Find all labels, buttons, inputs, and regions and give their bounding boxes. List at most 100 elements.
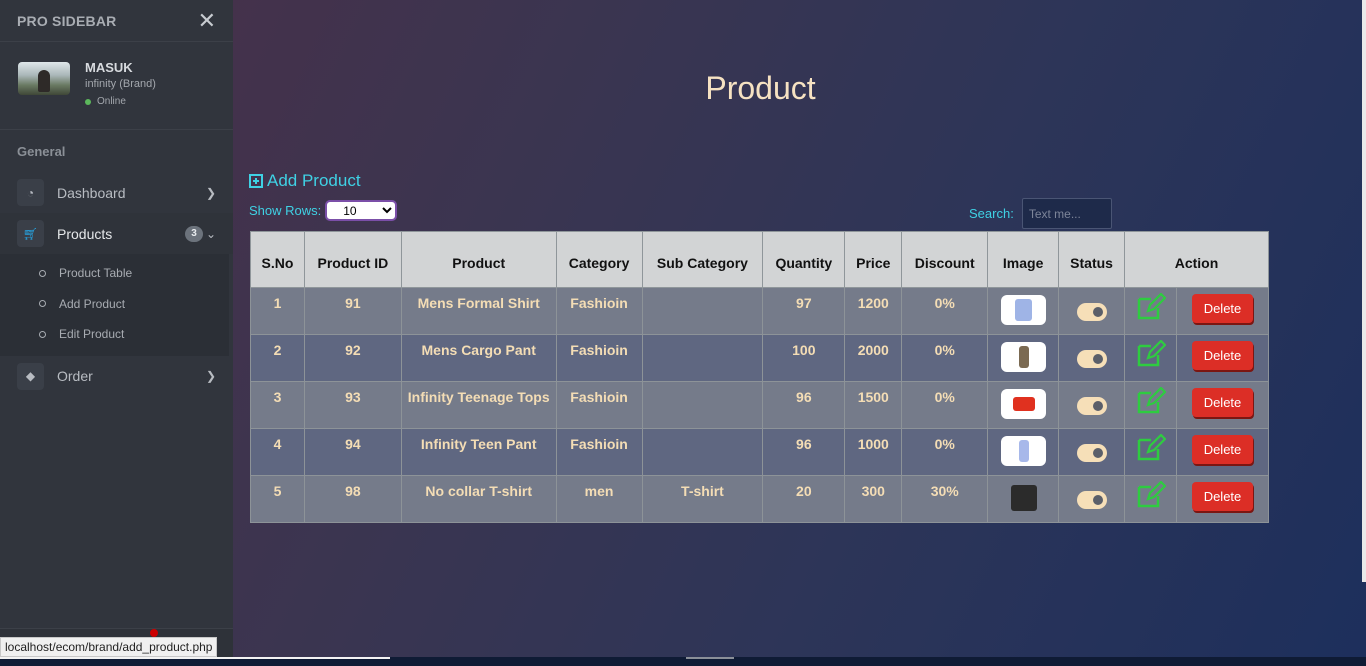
status-toggle[interactable] <box>1076 491 1107 509</box>
cell-edit <box>1124 287 1177 335</box>
cell-discount: 0% <box>901 334 989 382</box>
status-toggle[interactable] <box>1076 303 1107 321</box>
edit-icon[interactable] <box>1136 292 1167 321</box>
show-rows-select[interactable]: 10 <box>325 200 398 221</box>
tshirt-thumbnail <box>1001 483 1046 513</box>
user-name: MASUK <box>85 60 133 75</box>
table-row: 1 91 Mens Formal Shirt Fashioin 97 1200 0% Dele… <box>250 287 1270 335</box>
cell-category: Fashioin <box>555 381 643 429</box>
cell-sub-category <box>641 334 764 382</box>
cell-product-id: 94 <box>303 428 402 476</box>
delete-button[interactable]: Delete <box>1191 482 1253 511</box>
cell-discount: 30% <box>901 475 989 523</box>
products-submenu: Product Table Add Product Edit Product <box>0 254 229 356</box>
cell-price: 1200 <box>844 287 903 335</box>
status-toggle[interactable] <box>1076 350 1107 368</box>
submenu-item-label: Add Product <box>59 296 126 311</box>
table-row: 4 94 Infinity Teen Pant Fashioin 96 1000 0% Del… <box>250 428 1270 476</box>
cell-product-id: 91 <box>303 287 402 335</box>
chevron-right-icon: ❯ <box>205 185 216 200</box>
top-thumbnail <box>1000 389 1046 419</box>
cell-category: Fashioin <box>555 287 643 335</box>
user-status-text: Online <box>97 96 126 107</box>
cell-discount: 0% <box>901 381 989 429</box>
show-rows: Show Rows: 10 <box>249 200 398 221</box>
search-input[interactable] <box>1021 198 1112 229</box>
tachometer-icon: ◔ <box>17 179 44 206</box>
column-header: Quantity <box>762 231 846 288</box>
user-status: Online <box>85 96 156 107</box>
shirt-thumbnail <box>1000 295 1046 325</box>
sidebar-section-header: General <box>17 144 66 159</box>
table-header-row: S.No Product ID Product Category Sub Cat… <box>250 231 1269 288</box>
sidebar-item-label: Products <box>57 225 113 242</box>
delete-button[interactable]: Delete <box>1191 294 1253 323</box>
column-header: Sub Category <box>641 231 764 288</box>
column-header: Image <box>987 231 1060 288</box>
cell-product: No collar T-shirt <box>400 475 557 523</box>
cell-edit <box>1124 475 1177 523</box>
delete-button[interactable]: Delete <box>1191 435 1253 464</box>
sidebar: PRO SIDEBAR ✕ MASUK infinity (Brand) Onl… <box>0 0 233 666</box>
status-toggle[interactable] <box>1076 444 1107 462</box>
delete-button[interactable]: Delete <box>1191 341 1253 370</box>
cell-sno: 1 <box>250 287 305 335</box>
edit-icon[interactable] <box>1136 433 1167 462</box>
sidebar-item-order[interactable]: ◆ Order ❯ <box>0 356 233 397</box>
online-dot-icon <box>85 98 91 105</box>
cell-price: 1000 <box>844 428 903 476</box>
shopping-cart-icon: 🛒︎ <box>17 220 44 247</box>
cell-image <box>987 334 1060 382</box>
close-icon[interactable]: ✕ <box>198 9 216 32</box>
column-header: S.No <box>250 231 305 288</box>
cell-category: Fashioin <box>555 334 643 382</box>
cell-sno: 4 <box>250 428 305 476</box>
add-product-link[interactable]: Add Product <box>249 171 361 191</box>
cell-status <box>1058 287 1126 335</box>
column-header: Action <box>1124 231 1269 288</box>
scrollbar[interactable] <box>1362 0 1366 582</box>
cell-product-id: 98 <box>303 475 402 523</box>
cell-delete: Delete <box>1175 428 1270 476</box>
cell-sub-category <box>641 428 764 476</box>
column-header: Product ID <box>303 231 402 288</box>
page-title: Product <box>705 70 816 106</box>
cell-delete: Delete <box>1175 334 1270 382</box>
table-row: 3 93 Infinity Teenage Tops Fashioin 96 1500 0%… <box>250 381 1270 429</box>
delete-button[interactable]: Delete <box>1191 388 1253 417</box>
cell-category: men <box>555 475 643 523</box>
products-count-badge: 3 <box>185 225 203 242</box>
show-rows-label: Show Rows: <box>249 203 322 218</box>
plus-square-icon <box>249 174 263 188</box>
gem-icon: ◆ <box>17 362 44 390</box>
sidebar-item-dashboard[interactable]: ◔ Dashboard ❯ <box>0 172 233 213</box>
submenu-item-add-product[interactable]: Add Product <box>0 289 229 320</box>
table-row: 5 98 No collar T-shirt men T-shirt 20 300 30% De… <box>250 475 1270 523</box>
circle-icon <box>39 300 46 308</box>
sidebar-item-products[interactable]: 🛒︎ Products 3 ⌄ <box>0 213 233 254</box>
status-toggle[interactable] <box>1076 397 1107 415</box>
edit-icon[interactable] <box>1136 339 1167 368</box>
teen-pant-thumbnail <box>1000 436 1046 466</box>
cell-product: Infinity Teen Pant <box>400 428 557 476</box>
cell-edit <box>1124 381 1177 429</box>
status-url: localhost/ecom/brand/add_product.php <box>0 637 218 657</box>
submenu-item-label: Product Table <box>59 266 133 281</box>
cell-image <box>987 475 1060 523</box>
column-header: Category <box>555 231 643 288</box>
cell-status <box>1058 428 1126 476</box>
cell-delete: Delete <box>1175 475 1270 523</box>
sidebar-item-label: Dashboard <box>57 184 126 201</box>
sidebar-item-label: Order <box>57 368 93 384</box>
cell-delete: Delete <box>1175 381 1270 429</box>
edit-icon[interactable] <box>1136 386 1167 415</box>
edit-icon[interactable] <box>1136 480 1167 509</box>
avatar <box>18 62 70 95</box>
submenu-item-edit-product[interactable]: Edit Product <box>0 319 229 350</box>
column-header: Status <box>1058 231 1126 288</box>
submenu-item-product-table[interactable]: Product Table <box>0 258 229 289</box>
column-header: Product <box>400 231 557 288</box>
taskbar-strip <box>0 657 1366 666</box>
cell-product: Mens Formal Shirt <box>400 287 557 335</box>
sidebar-title: PRO SIDEBAR <box>17 12 117 29</box>
